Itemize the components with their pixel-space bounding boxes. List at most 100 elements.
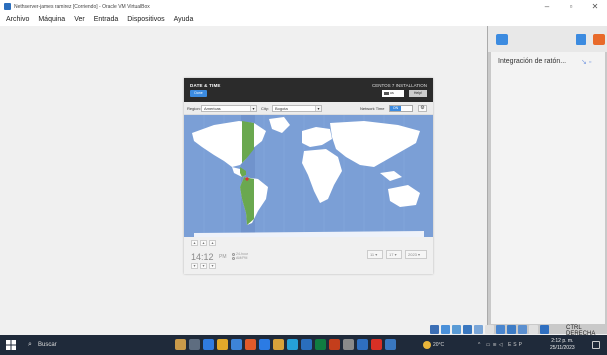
volume-icon[interactable]: ◁: [499, 342, 505, 348]
installer-header: DATE & TIME Done CENTOS 7 INSTALLATION u…: [184, 78, 433, 102]
powerpoint-icon[interactable]: [329, 339, 340, 350]
mouse-icon[interactable]: ↘: [581, 59, 587, 66]
taskbar: ⌕ Buscar 20°C ^ ▭≋◁ ESP 2:12 p. m. 25/11…: [0, 335, 607, 355]
task-view-icon[interactable]: [189, 339, 200, 350]
time-hours: 14: [191, 252, 202, 262]
mail-icon[interactable]: [259, 339, 270, 350]
terminal-icon[interactable]: [343, 339, 354, 350]
usb-icon[interactable]: [474, 325, 483, 334]
time-minutes: 12: [203, 252, 214, 262]
region-value: Americas: [204, 106, 221, 111]
menu-maquina[interactable]: Máquina: [38, 16, 65, 23]
file-explorer-icon[interactable]: [231, 339, 242, 350]
chevron-down-icon: ▾: [315, 106, 321, 111]
day-select[interactable]: 17 ▾: [386, 250, 402, 259]
network-time-state: ON: [390, 106, 401, 111]
recording-icon[interactable]: [507, 325, 516, 334]
radio-icon: [232, 256, 235, 260]
ampm-up-button[interactable]: ▴: [209, 240, 216, 246]
date-time-spoke: DATE & TIME Done CENTOS 7 INSTALLATION u…: [184, 78, 433, 274]
region-label: Region:: [187, 106, 201, 111]
product-title: CENTOS 7 INSTALLATION: [371, 83, 427, 88]
hdd-icon[interactable]: [430, 325, 439, 334]
tools-icon[interactable]: [593, 34, 605, 45]
keyboard-capture-icon[interactable]: [540, 325, 549, 334]
system-tray[interactable]: ^ ▭≋◁ ESP: [478, 339, 524, 351]
app-icon[interactable]: [385, 339, 396, 350]
cpu-icon[interactable]: [518, 325, 527, 334]
day-value: 17: [389, 252, 394, 257]
audio-icon[interactable]: [452, 325, 461, 334]
year-select[interactable]: 2023 ▾: [405, 250, 427, 259]
weather-temp: 20°C: [433, 342, 445, 348]
excel-icon[interactable]: [315, 339, 326, 350]
network-time-label: Network Time: [360, 106, 385, 111]
world-map-svg: [184, 115, 433, 237]
firefox-icon[interactable]: [273, 339, 284, 350]
menu-entrada[interactable]: Entrada: [94, 16, 119, 23]
widgets-icon[interactable]: [175, 339, 186, 350]
windows-start-icon[interactable]: [6, 340, 16, 350]
maximize-button[interactable]: ▫: [559, 0, 583, 13]
month-select[interactable]: 11 ▾: [367, 250, 383, 259]
teams-icon[interactable]: [287, 339, 298, 350]
window-controls: – ▫ ✕: [535, 0, 607, 13]
language-indicator[interactable]: ESP: [508, 342, 524, 348]
acrobat-icon[interactable]: [371, 339, 382, 350]
menu-ayuda[interactable]: Ayuda: [174, 16, 194, 23]
menu-ver[interactable]: Ver: [74, 16, 85, 23]
taskbar-clock[interactable]: 2:12 p. m. 25/11/2023: [550, 338, 575, 352]
minimize-button[interactable]: –: [535, 0, 559, 13]
chevron-up-icon[interactable]: ^: [478, 342, 482, 348]
clock-date: 25/11/2023: [550, 345, 575, 351]
close-icon[interactable]: ▫: [589, 59, 591, 66]
display-icon[interactable]: [496, 325, 505, 334]
menu-dispositivos[interactable]: Dispositivos: [127, 16, 164, 23]
year-value: 2023: [408, 252, 417, 257]
network-icon[interactable]: [463, 325, 472, 334]
keyboard-layout-indicator[interactable]: us: [382, 90, 404, 97]
timezone-map[interactable]: [184, 115, 433, 237]
optical-drive-icon[interactable]: [441, 325, 450, 334]
menubar: Archivo Máquina Ver Entrada Dispositivos…: [0, 13, 607, 26]
details-icon[interactable]: [576, 34, 586, 45]
region-select[interactable]: Americas ▾: [201, 105, 257, 112]
clock-time: 2:12 p. m.: [551, 338, 574, 344]
time-format-options: 24-hour AM/PM: [232, 252, 248, 260]
right-panel: Integración de ratón... ↘ ▫: [487, 26, 607, 334]
city-select[interactable]: Bogota ▾: [272, 105, 322, 112]
taskbar-search[interactable]: ⌕ Buscar: [24, 338, 124, 352]
store-icon[interactable]: [245, 339, 256, 350]
shared-folders-icon[interactable]: [485, 325, 494, 334]
help-button[interactable]: Help!: [409, 90, 427, 97]
mouse-integration-icon[interactable]: [529, 325, 538, 334]
hour-down-button[interactable]: ▾: [191, 263, 198, 269]
keyboard-layout: us: [390, 91, 394, 95]
weather-widget[interactable]: 20°C: [423, 339, 444, 351]
chrome-icon[interactable]: [217, 339, 228, 350]
notification-pane: Integración de ratón... ↘ ▫: [491, 52, 605, 324]
hour-up-button[interactable]: ▴: [191, 240, 198, 246]
format-ampm-option[interactable]: AM/PM: [232, 256, 247, 260]
ampm-down-button[interactable]: ▾: [209, 263, 216, 269]
city-value: Bogota: [275, 106, 288, 111]
notification-icon[interactable]: [592, 341, 600, 349]
time-controls: ▴ ▴ ▴ 14:12 PM 24-hour AM/PM ▾ ▾ ▾ 11 ▾ …: [184, 237, 433, 274]
menu-archivo[interactable]: Archivo: [6, 16, 29, 23]
search-icon: ⌕: [28, 341, 32, 348]
network-time-switch[interactable]: ON: [389, 105, 413, 112]
done-button[interactable]: Done: [190, 90, 207, 97]
section-title: DATE & TIME: [190, 83, 221, 88]
close-button[interactable]: ✕: [583, 0, 607, 13]
edge-icon[interactable]: [203, 339, 214, 350]
keyboard-icon: [384, 91, 389, 95]
virtualbox-taskbar-icon[interactable]: [357, 339, 368, 350]
notification-actions: ↘ ▫: [581, 58, 591, 66]
minute-down-button[interactable]: ▾: [200, 263, 207, 269]
word-icon[interactable]: [301, 339, 312, 350]
ntp-settings-icon[interactable]: ⚙: [418, 105, 427, 112]
search-placeholder: Buscar: [38, 342, 57, 348]
virtualbox-icon: [4, 3, 11, 10]
mouse-integration-message: Integración de ratón...: [498, 58, 567, 65]
minute-up-button[interactable]: ▴: [200, 240, 207, 246]
